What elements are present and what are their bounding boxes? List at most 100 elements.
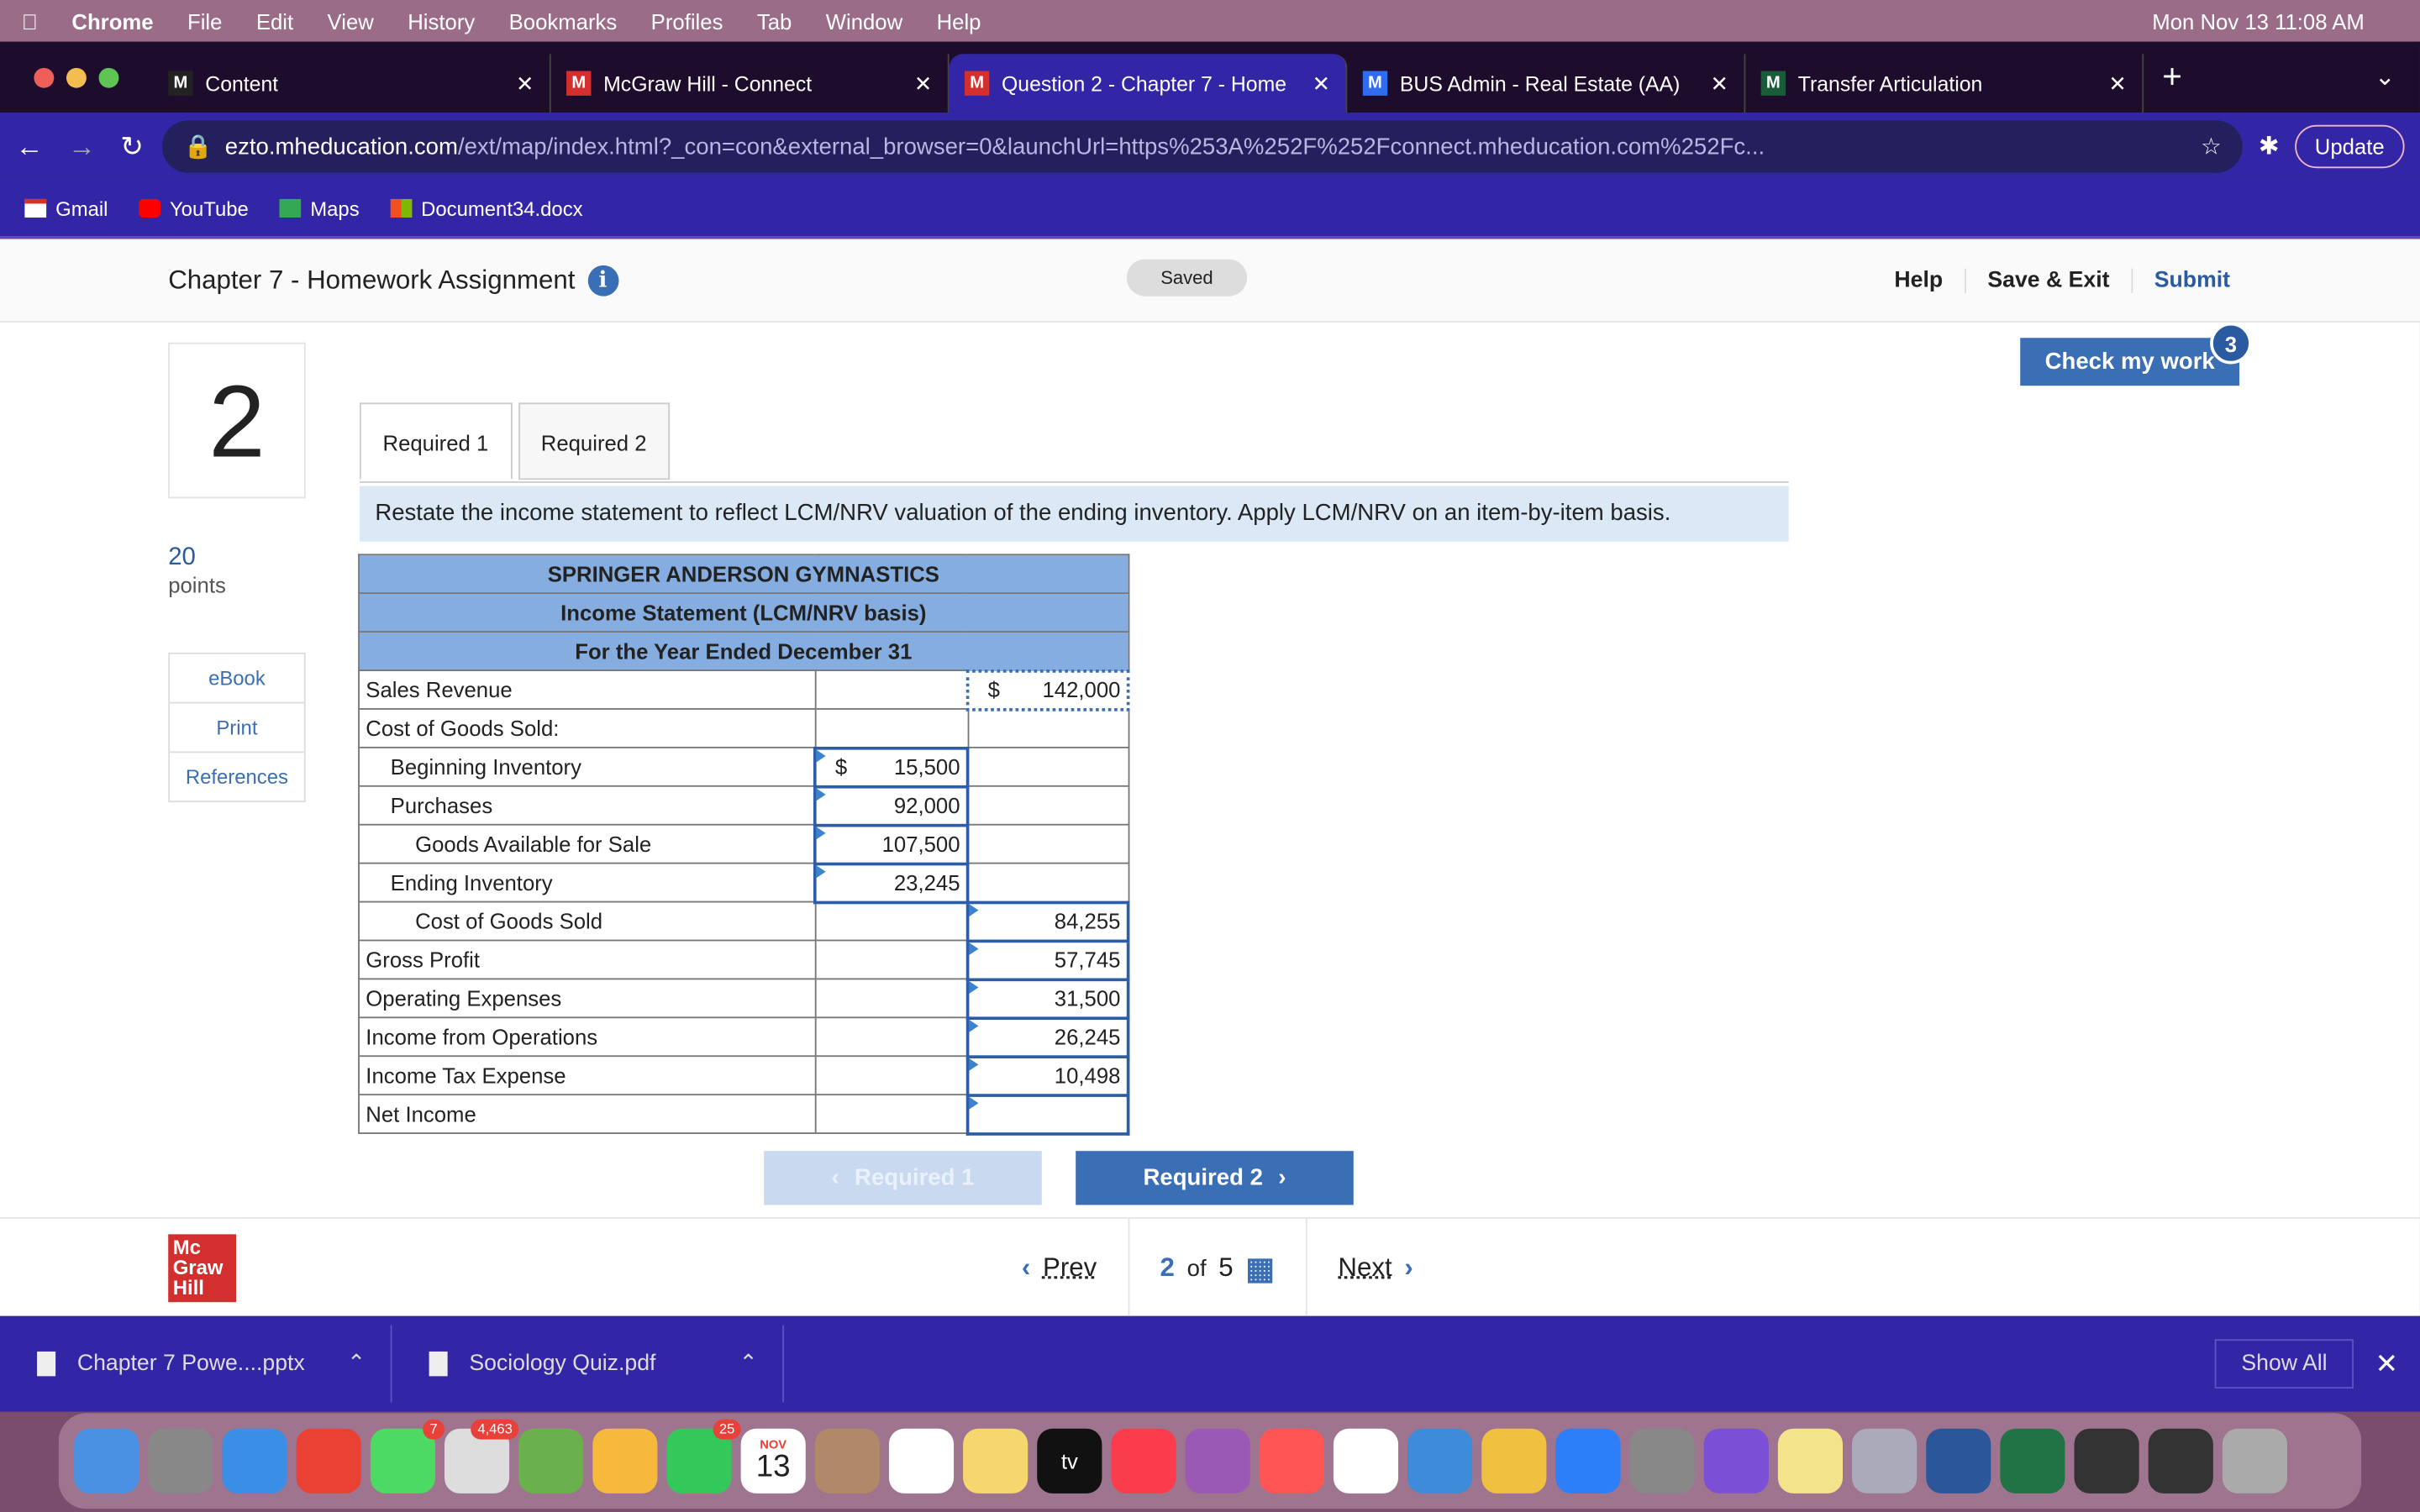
print-link[interactable]: Print bbox=[170, 704, 304, 753]
close-window-button[interactable] bbox=[34, 66, 55, 87]
amount-input-col1[interactable]: 92,000 bbox=[813, 784, 970, 827]
dock-app-store-icon[interactable] bbox=[1555, 1428, 1621, 1494]
download-item[interactable]: Chapter 7 Powe....pptx ⌃ bbox=[0, 1325, 392, 1403]
zoom-button[interactable] bbox=[98, 66, 119, 87]
ebook-link[interactable]: eBook bbox=[170, 654, 304, 704]
close-tab-icon[interactable]: ✕ bbox=[914, 71, 933, 97]
browser-tab[interactable]: M Content ✕ bbox=[153, 54, 551, 113]
bookmark-document[interactable]: Document34.docx bbox=[390, 197, 583, 220]
extensions-icon[interactable]: ✱ bbox=[2259, 131, 2280, 162]
amount-input-col2[interactable]: 10,498 bbox=[965, 1054, 1130, 1096]
download-item[interactable]: Sociology Quiz.pdf ⌃ bbox=[392, 1325, 785, 1403]
dock-reminders-icon[interactable] bbox=[888, 1428, 955, 1494]
dock-calendar-icon[interactable]: NOV 13 bbox=[740, 1428, 806, 1494]
clock[interactable]: Mon Nov 13 11:08 AM bbox=[2152, 8, 2365, 33]
show-all-button[interactable]: Show All bbox=[2215, 1339, 2354, 1389]
dock-finder-window-icon[interactable] bbox=[2074, 1428, 2139, 1494]
dock-chrome-icon[interactable] bbox=[296, 1428, 361, 1494]
bookmark-gmail[interactable]: Gmail bbox=[24, 197, 108, 220]
amount-input-col2[interactable] bbox=[965, 1093, 1130, 1135]
dock-numbers-icon[interactable] bbox=[1407, 1428, 1473, 1494]
dock-excel-icon[interactable] bbox=[2000, 1428, 2065, 1494]
dock-messages-icon[interactable]: 7 bbox=[370, 1419, 445, 1494]
amount-input-col2[interactable]: 31,500 bbox=[965, 977, 1130, 1020]
amount-input-col2 bbox=[966, 746, 1129, 787]
references-link[interactable]: References bbox=[170, 753, 304, 801]
dock-finder-window-2-icon[interactable] bbox=[2148, 1428, 2213, 1494]
browser-tab[interactable]: M Transfer Articulation ✕ bbox=[1745, 54, 2144, 113]
tab-search-chevron-icon[interactable]: ⌄ bbox=[2375, 61, 2396, 92]
dock-settings-icon[interactable] bbox=[1629, 1428, 1695, 1494]
tab-required-2[interactable]: Required 2 bbox=[518, 402, 671, 480]
dock-facetime-icon[interactable]: 25 bbox=[666, 1419, 741, 1494]
next-required-button[interactable]: Required 2 › bbox=[1076, 1151, 1354, 1205]
help-link[interactable]: Help bbox=[1873, 268, 1965, 292]
dock-contacts-icon[interactable] bbox=[814, 1428, 880, 1494]
dock-news-icon[interactable] bbox=[1259, 1428, 1324, 1494]
close-tab-icon[interactable]: ✕ bbox=[1711, 71, 1729, 97]
close-tab-icon[interactable]: ✕ bbox=[1313, 71, 1331, 97]
dock-tv-icon[interactable]: tv bbox=[1037, 1428, 1102, 1494]
amount-input-col2[interactable]: 26,245 bbox=[965, 1016, 1130, 1058]
amount-input-col1[interactable]: 23,245 bbox=[813, 861, 970, 904]
prev-question-button[interactable]: ‹ Prev bbox=[991, 1218, 1129, 1318]
dock-photos-icon[interactable] bbox=[592, 1428, 658, 1494]
bookmark-maps[interactable]: Maps bbox=[279, 197, 360, 220]
forward-button[interactable]: → bbox=[68, 130, 96, 163]
browser-tab[interactable]: M BUS Admin - Real Estate (AA) ✕ bbox=[1347, 54, 1746, 113]
close-downloads-icon[interactable]: ✕ bbox=[2375, 1347, 2399, 1380]
dock-podcasts-icon[interactable] bbox=[1185, 1428, 1250, 1494]
save-exit-link[interactable]: Save & Exit bbox=[1964, 267, 2131, 293]
menu-tab[interactable]: Tab bbox=[757, 8, 792, 33]
dock-imovie-icon[interactable] bbox=[1703, 1428, 1769, 1494]
new-tab-button[interactable]: + bbox=[2162, 57, 2182, 97]
close-tab-icon[interactable]: ✕ bbox=[516, 71, 534, 97]
dock-preview-icon[interactable] bbox=[1852, 1428, 1918, 1494]
menu-file[interactable]: File bbox=[187, 8, 222, 33]
browser-tab[interactable]: M Question 2 - Chapter 7 - Home ✕ bbox=[949, 54, 1348, 113]
dock-finder-icon[interactable] bbox=[74, 1428, 139, 1494]
minimize-button[interactable] bbox=[66, 66, 87, 87]
dock-notes-icon[interactable] bbox=[963, 1428, 1028, 1494]
update-button[interactable]: Update bbox=[2294, 124, 2405, 169]
tab-required-1[interactable]: Required 1 bbox=[359, 402, 512, 480]
back-button[interactable]: ← bbox=[15, 130, 43, 163]
close-tab-icon[interactable]: ✕ bbox=[2108, 71, 2127, 97]
menu-window[interactable]: Window bbox=[826, 8, 902, 33]
bookmark-youtube[interactable]: YouTube bbox=[139, 197, 249, 220]
bookmark-star-icon[interactable]: ☆ bbox=[2201, 133, 2222, 160]
check-my-work-button[interactable]: Check my work bbox=[2020, 338, 2240, 386]
menu-view[interactable]: View bbox=[328, 8, 374, 33]
menu-profiles[interactable]: Profiles bbox=[651, 8, 723, 33]
menu-bookmarks[interactable]: Bookmarks bbox=[509, 8, 618, 33]
reload-button[interactable]: ↻ bbox=[120, 130, 144, 163]
statement-row: Goods Available for Sale 107,500 bbox=[358, 822, 1129, 865]
dock-word-icon[interactable] bbox=[1926, 1428, 1991, 1494]
menu-history[interactable]: History bbox=[408, 8, 475, 33]
apple-icon[interactable]:  bbox=[22, 8, 38, 33]
menu-app[interactable]: Chrome bbox=[71, 8, 153, 33]
amount-input-col1[interactable]: 107,500 bbox=[813, 822, 970, 865]
browser-tab[interactable]: M McGraw Hill - Connect ✕ bbox=[551, 54, 950, 113]
dock-pages-icon[interactable] bbox=[1481, 1428, 1547, 1494]
next-question-button[interactable]: Next › bbox=[1307, 1219, 1444, 1318]
menu-help[interactable]: Help bbox=[937, 8, 981, 33]
dock-keynote-icon[interactable] bbox=[1333, 1428, 1399, 1494]
dock-music-icon[interactable] bbox=[1111, 1428, 1176, 1494]
dock-launchpad-icon[interactable] bbox=[148, 1428, 213, 1494]
dock-safari-icon[interactable] bbox=[222, 1428, 287, 1494]
dock-mail-icon[interactable]: 4,463 bbox=[444, 1419, 519, 1494]
amount-input-col2[interactable]: 57,745 bbox=[965, 938, 1130, 981]
dock-maps-icon[interactable] bbox=[518, 1428, 584, 1494]
info-icon[interactable]: i bbox=[587, 264, 618, 296]
question-position[interactable]: 2 of 5 ▦ bbox=[1129, 1218, 1307, 1318]
prev-required-button[interactable]: ‹ Required 1 bbox=[764, 1151, 1042, 1205]
dock-stickies-icon[interactable] bbox=[1777, 1428, 1844, 1494]
submit-link[interactable]: Submit bbox=[2131, 267, 2252, 293]
menu-edit[interactable]: Edit bbox=[256, 8, 293, 33]
amount-input-col2[interactable]: 84,255 bbox=[965, 900, 1130, 942]
dock-trash-icon[interactable] bbox=[2222, 1428, 2287, 1494]
url-input[interactable]: 🔒 ezto.mheducation.com/ext/map/index.html… bbox=[162, 120, 2244, 173]
amount-input-col1[interactable]: $15,500 bbox=[813, 746, 970, 788]
amount-input-col2[interactable]: $142,000 bbox=[965, 669, 1130, 711]
